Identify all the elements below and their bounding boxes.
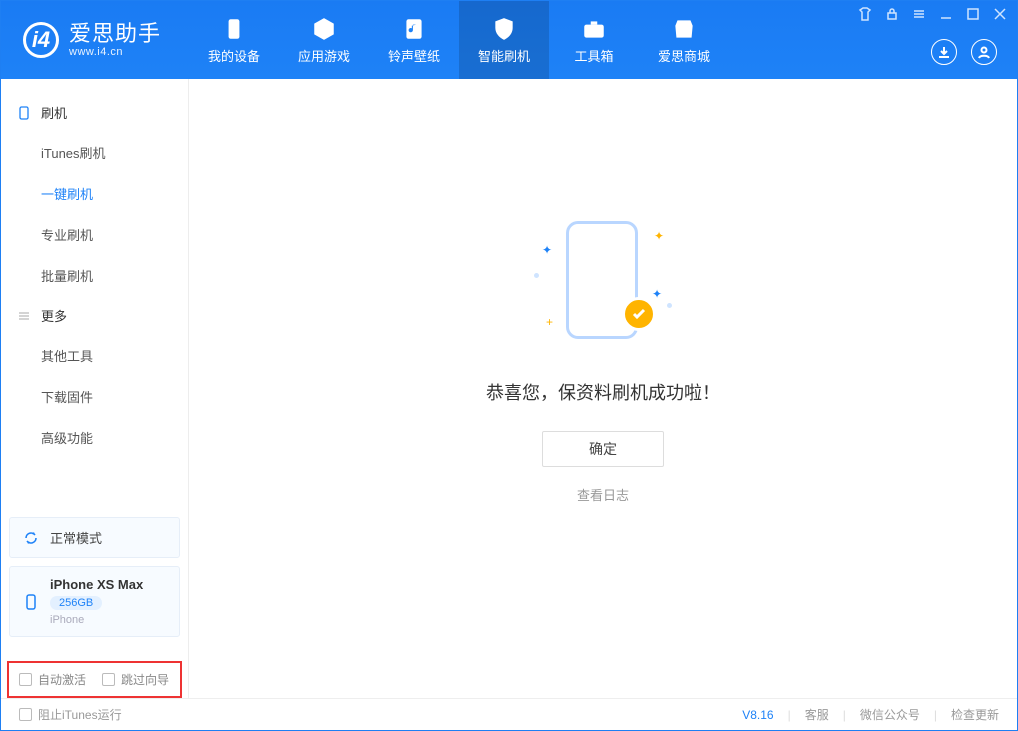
footer-link-update[interactable]: 检查更新 [951, 706, 999, 723]
nav-label: 铃声壁纸 [388, 46, 440, 65]
sidebar-item-batch-flash[interactable]: 批量刷机 [1, 255, 188, 296]
app-header: i4 爱思助手 www.i4.cn 我的设备 应用游戏 铃声壁纸 智能刷机 工具… [1, 1, 1017, 79]
store-icon [671, 16, 697, 42]
app-subtitle: www.i4.cn [69, 46, 161, 58]
group-title: 更多 [41, 306, 67, 325]
menu-icon[interactable] [912, 7, 926, 21]
nav-apps-games[interactable]: 应用游戏 [279, 1, 369, 79]
view-log-link[interactable]: 查看日志 [577, 485, 629, 504]
tshirt-icon[interactable] [858, 7, 872, 21]
footer: 阻止iTunes运行 V8.16 | 客服 | 微信公众号 | 检查更新 [1, 698, 1017, 730]
sidebar-item-download-firmware[interactable]: 下载固件 [1, 376, 188, 417]
minimize-icon[interactable] [939, 7, 953, 21]
logo-icon: i4 [23, 22, 59, 58]
checkbox-block-itunes[interactable]: 阻止iTunes运行 [19, 706, 122, 723]
sidebar-item-itunes-flash[interactable]: iTunes刷机 [1, 132, 188, 173]
device-box[interactable]: iPhone XS Max 256GB iPhone [9, 566, 180, 637]
nav-label: 工具箱 [575, 46, 614, 65]
group-title: 刷机 [41, 103, 67, 122]
sidebar-group-flash: 刷机 [1, 93, 188, 132]
nav-label: 智能刷机 [478, 46, 530, 65]
checkmark-icon [622, 297, 656, 331]
sidebar-item-pro-flash[interactable]: 专业刷机 [1, 214, 188, 255]
sync-icon [22, 529, 40, 547]
nav-smart-flash[interactable]: 智能刷机 [459, 1, 549, 79]
nav-ringtones[interactable]: 铃声壁纸 [369, 1, 459, 79]
music-file-icon [401, 16, 427, 42]
sidebar: 刷机 iTunes刷机 一键刷机 专业刷机 批量刷机 更多 其他工具 下载固件 … [1, 79, 189, 698]
success-message: 恭喜您，保资料刷机成功啦！ [486, 379, 720, 405]
nav-my-device[interactable]: 我的设备 [189, 1, 279, 79]
device-type: iPhone [50, 614, 143, 626]
user-icon[interactable] [971, 39, 997, 65]
checkbox-label: 自动激活 [38, 671, 86, 688]
shield-sync-icon [491, 16, 517, 42]
logo-area: i4 爱思助手 www.i4.cn [1, 1, 179, 79]
nav-store[interactable]: 爱思商城 [639, 1, 729, 79]
footer-link-wechat[interactable]: 微信公众号 [860, 706, 920, 723]
device-phone-icon [22, 593, 40, 611]
sidebar-group-more: 更多 [1, 296, 188, 335]
mode-box[interactable]: 正常模式 [9, 517, 180, 558]
success-illustration: ✦✦+✦ [548, 213, 658, 353]
window-controls [858, 7, 1007, 21]
main-content: ✦✦+✦ 恭喜您，保资料刷机成功啦！ 确定 查看日志 [189, 79, 1017, 698]
lock-icon[interactable] [885, 7, 899, 21]
checkbox-label: 阻止iTunes运行 [38, 706, 122, 723]
nav-label: 我的设备 [208, 46, 260, 65]
phone-outline-icon [17, 106, 31, 120]
toolbox-icon [581, 16, 607, 42]
device-capacity: 256GB [50, 596, 102, 610]
top-nav: 我的设备 应用游戏 铃声壁纸 智能刷机 工具箱 爱思商城 [189, 1, 729, 79]
ok-button[interactable]: 确定 [542, 431, 664, 467]
list-icon [17, 309, 31, 323]
device-name: iPhone XS Max [50, 577, 143, 592]
checkbox-label: 跳过向导 [121, 671, 169, 688]
nav-label: 爱思商城 [658, 46, 710, 65]
download-icon[interactable] [931, 39, 957, 65]
phone-icon [221, 16, 247, 42]
checkbox-auto-activate[interactable]: 自动激活 [19, 671, 86, 688]
sidebar-item-advanced[interactable]: 高级功能 [1, 417, 188, 458]
cube-icon [311, 16, 337, 42]
flash-options-highlight: 自动激活 跳过向导 [7, 661, 182, 698]
header-actions [931, 39, 997, 65]
checkbox-skip-guide[interactable]: 跳过向导 [102, 671, 169, 688]
app-title: 爱思助手 [69, 22, 161, 46]
sidebar-item-one-click-flash[interactable]: 一键刷机 [1, 173, 188, 214]
footer-link-service[interactable]: 客服 [805, 706, 829, 723]
nav-label: 应用游戏 [298, 46, 350, 65]
nav-toolbox[interactable]: 工具箱 [549, 1, 639, 79]
maximize-icon[interactable] [966, 7, 980, 21]
mode-label: 正常模式 [50, 528, 102, 547]
sidebar-item-other-tools[interactable]: 其他工具 [1, 335, 188, 376]
version-label: V8.16 [742, 708, 773, 722]
close-icon[interactable] [993, 7, 1007, 21]
